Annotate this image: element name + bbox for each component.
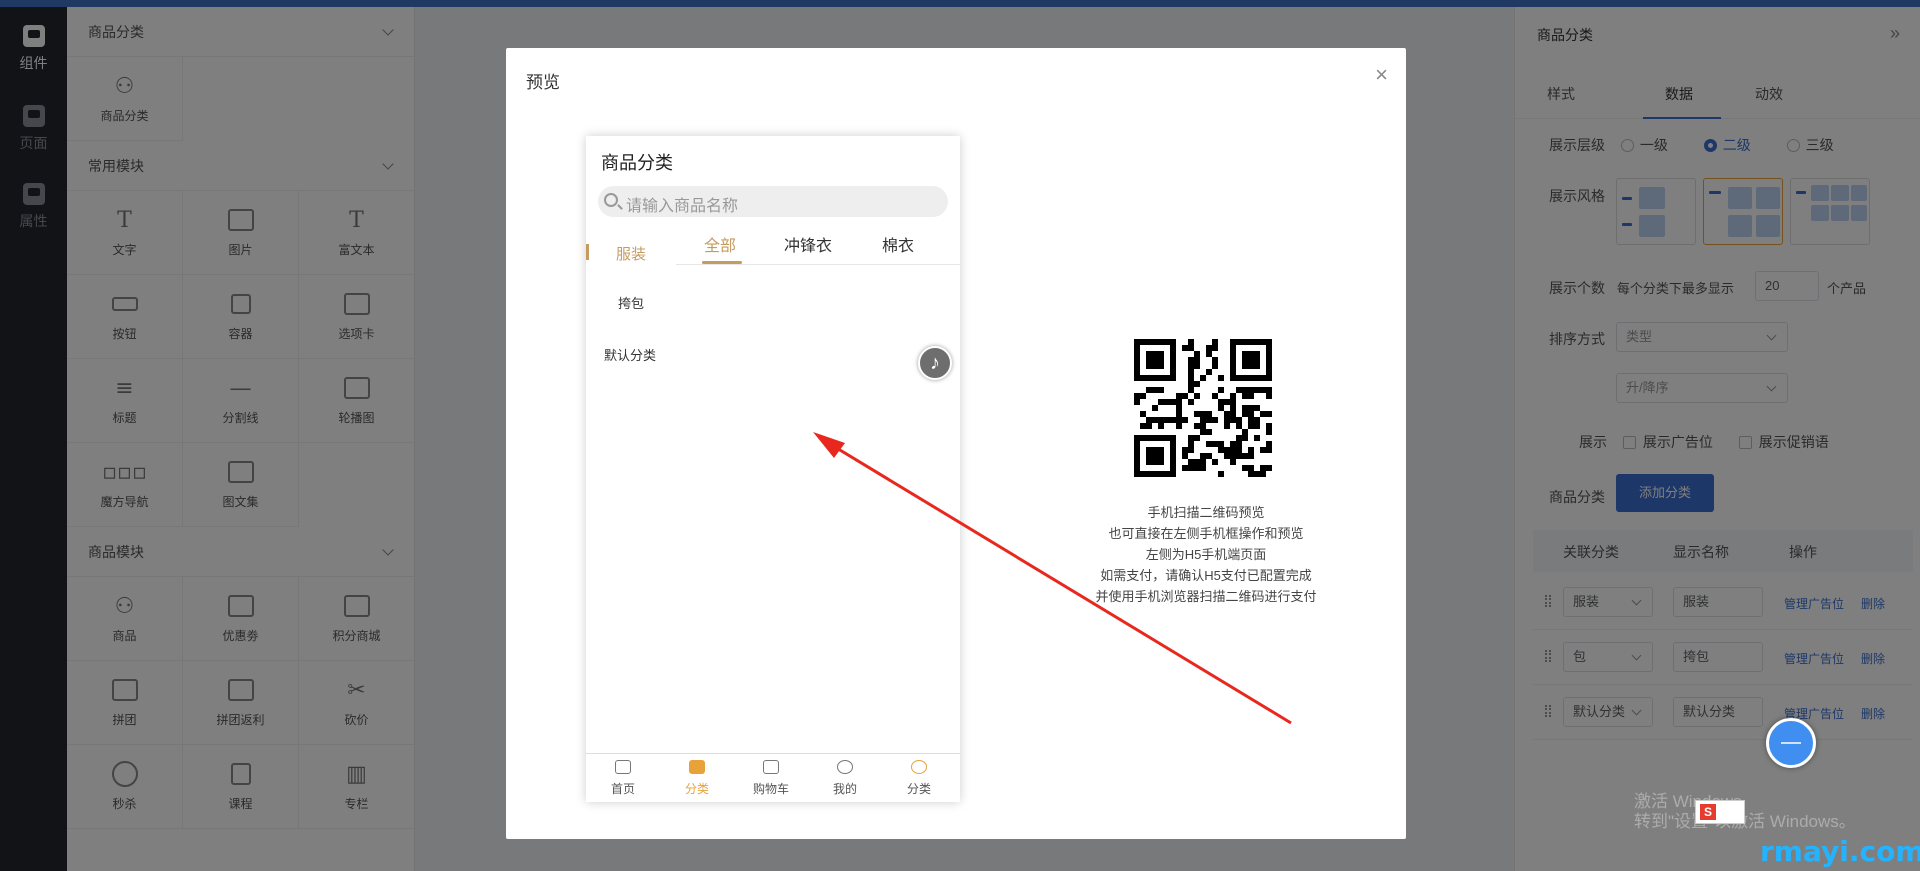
ime-logo-icon: S <box>1700 804 1716 820</box>
assistant-float-button[interactable] <box>1766 718 1816 768</box>
ime-toolbar[interactable]: S <box>1695 800 1745 824</box>
annotation-arrow <box>813 432 1292 725</box>
site-watermark: rmayi.com <box>1760 835 1920 868</box>
